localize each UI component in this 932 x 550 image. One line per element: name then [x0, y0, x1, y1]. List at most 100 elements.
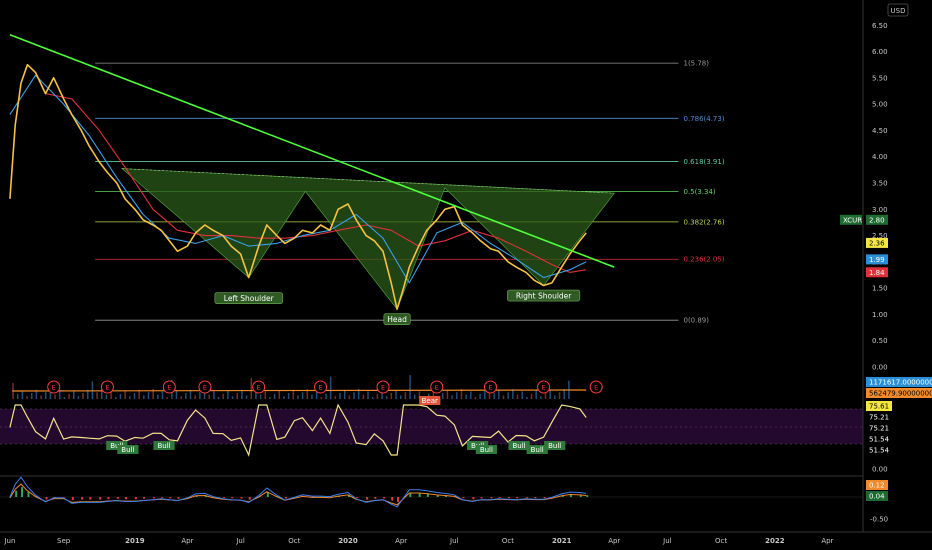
volume-bar [40, 395, 42, 399]
volume-bar [362, 394, 365, 399]
macd-tag: 0.12 [869, 482, 885, 490]
x-tick-label: 2022 [765, 537, 785, 545]
x-tick-label: Oct [288, 537, 300, 545]
volume-bar [339, 393, 341, 399]
volume-bar [231, 396, 234, 399]
rsi-band [0, 409, 863, 444]
volume-bar [353, 392, 355, 399]
macd-histogram-bar [397, 497, 400, 502]
x-tick-label: Sep [57, 537, 71, 545]
macd-histogram-bar [462, 497, 465, 499]
bull-signal-label: Bull [531, 446, 544, 454]
volume-bar [535, 390, 537, 399]
x-tick-label: Oct [715, 537, 727, 545]
price-tag: 1.99 [869, 256, 885, 264]
volume-bar [250, 378, 252, 399]
y-tick-label: 3.50 [872, 179, 888, 187]
volume-bar [343, 389, 346, 399]
volume-bar [554, 395, 556, 399]
rsi-tag: 75.61 [869, 403, 889, 411]
volume-bar [63, 397, 66, 399]
volume-bar [451, 395, 453, 399]
rsi-tag: 75.21 [869, 425, 889, 433]
macd-histogram-bar [526, 497, 529, 498]
macd-histogram-bar [366, 497, 369, 500]
macd-histogram-bar [374, 497, 377, 499]
macd-histogram-bar [391, 497, 394, 501]
volume-bar [199, 392, 201, 399]
volume-bar [166, 397, 168, 399]
volume-bar [161, 391, 164, 399]
volume-bar [498, 389, 500, 399]
macd-histogram-bar [107, 497, 110, 500]
earnings-marker-label: E [488, 384, 492, 392]
volume-bar [325, 393, 327, 399]
volume-bar [540, 396, 542, 399]
volume-bar [470, 391, 472, 399]
volume-bar [115, 397, 117, 399]
chart-canvas[interactable]: 1(5.78) 0.786(4.73) 0.618(3.91) 0.5(3.34) 0.… [0, 0, 932, 550]
chart-background [0, 0, 932, 550]
volume-bar [30, 393, 33, 399]
volume-bar [147, 392, 150, 399]
macd-histogram-bar [169, 497, 172, 499]
volume-bar [507, 392, 509, 399]
y-tick-label: 1.00 [872, 311, 888, 319]
volume-bar [21, 390, 24, 399]
macd-histogram-bar [498, 497, 501, 498]
y-tick-label: 3.00 [872, 206, 888, 214]
x-tick-label: Oct [502, 537, 514, 545]
volume-bar [456, 392, 458, 399]
x-tick-label: Jun [3, 537, 15, 545]
volume-bar [334, 396, 337, 399]
volume-bar [185, 393, 187, 399]
volume-bar [236, 393, 238, 399]
volume-bar [72, 390, 75, 399]
y-tick-label: 6.00 [872, 48, 888, 56]
volume-bar [264, 391, 267, 399]
volume-bar [269, 397, 271, 399]
y-tick-label: 4.50 [872, 127, 888, 135]
bull-signal-label: Bull [480, 446, 493, 454]
volume-bar [404, 392, 407, 399]
macd-histogram-bar [516, 497, 519, 499]
earnings-marker-label: E [105, 384, 109, 392]
macd-histogram-bar [99, 497, 102, 500]
macd-histogram-bar [161, 497, 164, 498]
macd-histogram-bar [383, 497, 386, 499]
volume-bar [521, 391, 523, 399]
macd-histogram-bar [534, 497, 537, 499]
macd-histogram-bar [490, 497, 493, 499]
volume-bar [129, 396, 131, 399]
macd-histogram-bar [472, 497, 475, 500]
volume-bar [143, 395, 145, 399]
volume-tag: 562479.90000000 [869, 390, 932, 398]
fib-label: 0.236(2.05) [683, 256, 724, 264]
price-tag: 1.84 [869, 269, 885, 277]
macd-histogram-bar [356, 497, 359, 498]
macd-histogram-bar [89, 497, 92, 500]
macd-histogram-bar [586, 495, 589, 497]
volume-bar [484, 390, 486, 399]
x-tick-label: Apr [395, 537, 407, 545]
fib-label: 1(5.78) [683, 60, 709, 68]
volume-bar [26, 396, 28, 399]
volume-bar [16, 393, 19, 399]
volume-bar [385, 396, 388, 399]
macd-histogram-bar [177, 497, 180, 499]
currency-badge[interactable]: USD [891, 7, 906, 15]
volume-bar [367, 391, 369, 399]
volume-bar [54, 394, 56, 399]
macd-histogram-bar [409, 493, 412, 497]
fib-label: 0.786(4.73) [683, 115, 724, 123]
macd-histogram-bar [152, 497, 155, 499]
volume-bar [217, 397, 220, 399]
volume-bar [278, 390, 281, 399]
volume-bar [320, 397, 323, 399]
volume-bar [376, 393, 379, 399]
volume-bar [77, 396, 80, 399]
fib-label: 0(0.89) [683, 317, 709, 325]
volume-bar [502, 395, 505, 399]
y-tick-label: 0.50 [872, 337, 888, 345]
y-tick-label: 5.00 [872, 101, 888, 109]
